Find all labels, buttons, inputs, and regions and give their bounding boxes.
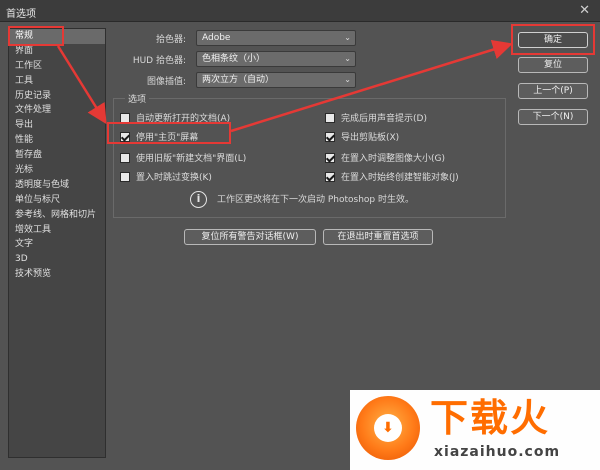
arrow-to-ok [230,39,513,133]
arrow-to-checkbox [56,45,107,125]
watermark-title: 下载火 [430,396,551,440]
download-icon: ⬇ [374,414,402,442]
watermark-logo: ⬇ 下载火 xiazaihuo.com [350,390,600,470]
flame-logo-icon: ⬇ [356,396,420,460]
watermark-url: xiazaihuo.com [434,444,561,460]
